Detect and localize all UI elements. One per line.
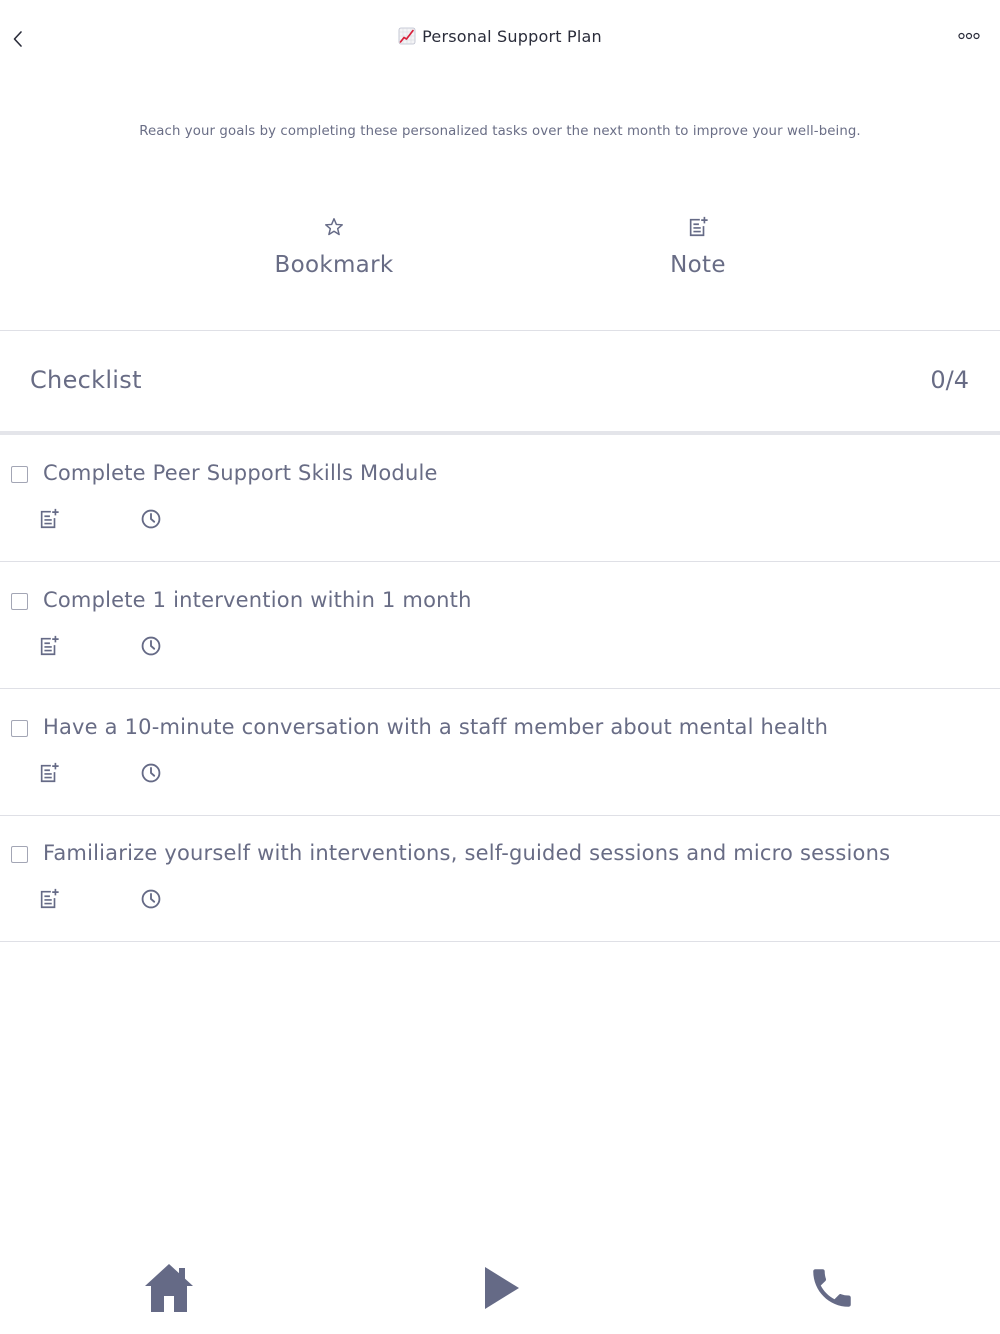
checklist-task: Have a 10-minute conversation with a sta… (0, 689, 1000, 816)
bottom-navigation (0, 1240, 1000, 1334)
note-label: Note (670, 252, 726, 278)
support-plan-screen: Personal Support Plan Reach your goals b… (0, 0, 1000, 1334)
more-options-button[interactable] (956, 28, 982, 44)
task-checkbox[interactable] (11, 593, 28, 610)
checklist-header: Checklist 0/4 (0, 331, 1000, 431)
set-reminder-button[interactable] (139, 887, 163, 911)
bookmark-label: Bookmark (274, 252, 394, 278)
set-reminder-button[interactable] (139, 761, 163, 785)
task-checkbox[interactable] (11, 466, 28, 483)
phone-icon (813, 1269, 851, 1307)
add-task-note-button[interactable] (37, 634, 61, 658)
bookmark-button[interactable]: Bookmark (234, 214, 434, 278)
note-button[interactable]: Note (598, 214, 798, 278)
checklist-task: Familiarize yourself with interventions,… (0, 815, 1000, 942)
clock-icon (141, 636, 161, 656)
page-title: Personal Support Plan (0, 27, 1000, 46)
task-label[interactable]: Complete Peer Support Skills Module (43, 461, 438, 485)
task-checkbox[interactable] (11, 720, 28, 737)
plan-description: Reach your goals by completing these per… (139, 124, 861, 139)
task-checkbox[interactable] (11, 846, 28, 863)
add-task-note-button[interactable] (37, 887, 61, 911)
task-label[interactable]: Complete 1 intervention within 1 month (43, 588, 472, 612)
clock-icon (141, 763, 161, 783)
add-task-note-button[interactable] (37, 761, 61, 785)
more-dots-icon (958, 32, 980, 40)
add-task-note-button[interactable] (37, 507, 61, 531)
checklist-title: Checklist (30, 366, 142, 394)
checklist-task: Complete 1 intervention within 1 month (0, 562, 1000, 689)
checklist-progress-count: 0/4 (930, 366, 969, 394)
top-bar: Personal Support Plan (0, 0, 1000, 76)
clock-icon (141, 889, 161, 909)
clock-icon (141, 509, 161, 529)
note-add-icon (40, 635, 59, 656)
task-label[interactable]: Familiarize yourself with interventions,… (43, 841, 890, 865)
note-add-icon (40, 508, 59, 529)
page-title-text: Personal Support Plan (422, 27, 602, 46)
task-label[interactable]: Have a 10-minute conversation with a sta… (43, 715, 828, 739)
set-reminder-button[interactable] (139, 634, 163, 658)
play-nav-button[interactable] (471, 1258, 531, 1318)
star-outline-icon (325, 218, 343, 236)
note-add-icon (689, 216, 708, 237)
call-nav-button[interactable] (802, 1258, 862, 1318)
note-add-icon (40, 888, 59, 909)
checklist-task: Complete Peer Support Skills Module (0, 435, 1000, 562)
set-reminder-button[interactable] (139, 507, 163, 531)
play-icon (485, 1267, 519, 1309)
note-add-icon (40, 762, 59, 783)
chart-increasing-emoji (398, 27, 416, 45)
home-icon (145, 1264, 193, 1312)
home-nav-button[interactable] (139, 1258, 199, 1318)
